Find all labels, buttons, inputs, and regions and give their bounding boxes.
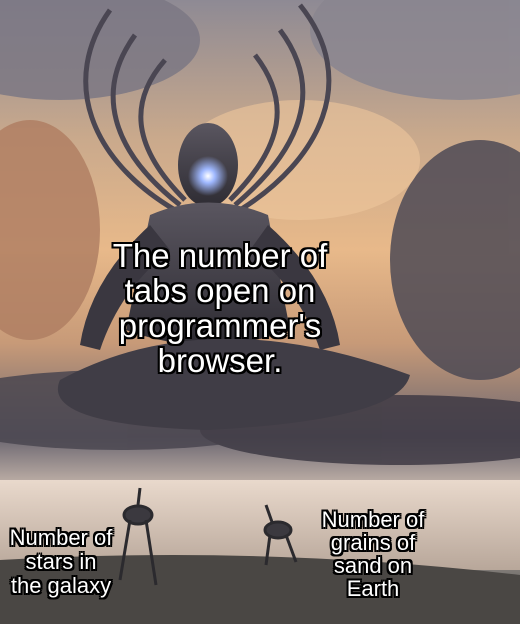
caption-line: stars in xyxy=(25,549,97,574)
caption-line: the galaxy xyxy=(10,573,112,598)
meme-image: The number of tabs open on programmer's … xyxy=(0,0,520,624)
caption-line: programmer's xyxy=(118,307,322,344)
caption-line: The number of xyxy=(112,237,328,274)
caption-line: Number of xyxy=(9,525,113,550)
caption-line: browser. xyxy=(157,342,283,379)
caption-sand: Number of grains of sand on Earth xyxy=(298,508,448,600)
caption-line: Earth xyxy=(346,576,400,601)
caption-line: tabs open on xyxy=(124,272,316,309)
eye-glow xyxy=(188,156,228,196)
caption-line: sand on xyxy=(333,553,413,578)
caption-main: The number of tabs open on programmer's … xyxy=(70,238,370,378)
caption-line: grains of xyxy=(330,530,416,555)
caption-stars: Number of stars in the galaxy xyxy=(0,526,136,598)
caption-line: Number of xyxy=(321,507,425,532)
